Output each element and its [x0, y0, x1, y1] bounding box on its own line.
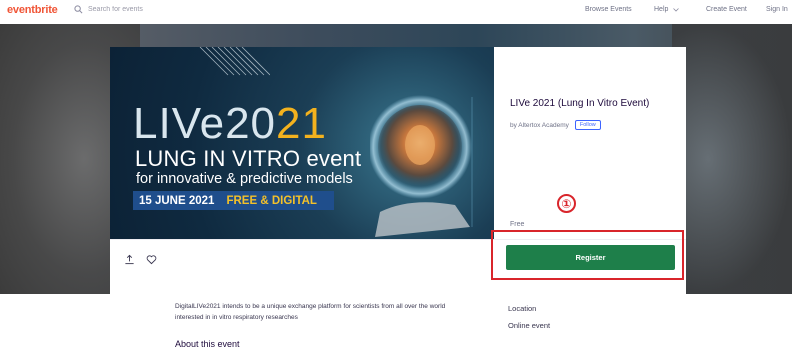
banner-date: 15 JUNE 2021 — [139, 194, 215, 207]
banner-title-main: LIVe20 — [133, 99, 277, 148]
eventbrite-logo[interactable]: eventbrite — [7, 4, 58, 16]
banner-title-accent: 21 — [276, 99, 327, 148]
banner-date-strip: 15 JUNE 2021 FREE & DIGITAL — [133, 191, 334, 210]
banner-subtitle: LUNG IN VITRO event — [135, 146, 362, 171]
search-bar[interactable] — [74, 5, 208, 14]
organizer-row: by Altertox Academy Follow — [510, 120, 601, 130]
event-card: LIVe2021 LUNG IN VITRO event for innovat… — [110, 47, 686, 357]
hero-blur-right — [672, 24, 792, 294]
nav-help[interactable]: Help — [654, 6, 680, 13]
top-nav: eventbrite Browse Events Help Create Eve… — [0, 0, 792, 24]
annotation-step-number: ① — [557, 194, 576, 213]
banner-title: LIVe2021 — [133, 102, 327, 146]
nav-help-label: Help — [654, 6, 669, 13]
share-like-bar — [110, 239, 494, 289]
search-icon — [74, 5, 83, 14]
chevron-down-icon — [673, 7, 680, 12]
about-heading: About this event — [175, 339, 240, 349]
heart-icon[interactable] — [146, 254, 157, 265]
event-summary-panel: LIVe 2021 (Lung In Vitro Event) by Alter… — [494, 47, 686, 239]
event-summary-text: DigitalLIVe2021 intends to be a unique e… — [175, 303, 446, 321]
ticket-price: Free — [510, 221, 525, 228]
annotation-highlight-box — [491, 230, 684, 280]
follow-button[interactable]: Follow — [574, 120, 601, 130]
event-banner-image: LIVe2021 LUNG IN VITRO event for innovat… — [110, 47, 494, 239]
share-icon[interactable] — [124, 254, 135, 265]
location-heading: Location — [508, 304, 537, 313]
banner-tagline: for innovative & predictive models — [136, 171, 353, 187]
nav-sign-in[interactable]: Sign In — [766, 6, 788, 13]
organizer-name[interactable]: by Altertox Academy — [510, 122, 569, 129]
location-value: Online event — [508, 321, 551, 330]
nav-create-event[interactable]: Create Event — [706, 6, 747, 13]
lung-sphere-graphic — [370, 95, 473, 237]
banner-stripes-graphic — [199, 47, 270, 76]
banner-format: FREE & DIGITAL — [226, 194, 317, 207]
page: eventbrite Browse Events Help Create Eve… — [0, 0, 792, 357]
nav-browse-events[interactable]: Browse Events — [585, 6, 632, 13]
event-title: LIVe 2021 (Lung In Vitro Event) — [510, 98, 650, 109]
search-input[interactable] — [88, 6, 208, 13]
